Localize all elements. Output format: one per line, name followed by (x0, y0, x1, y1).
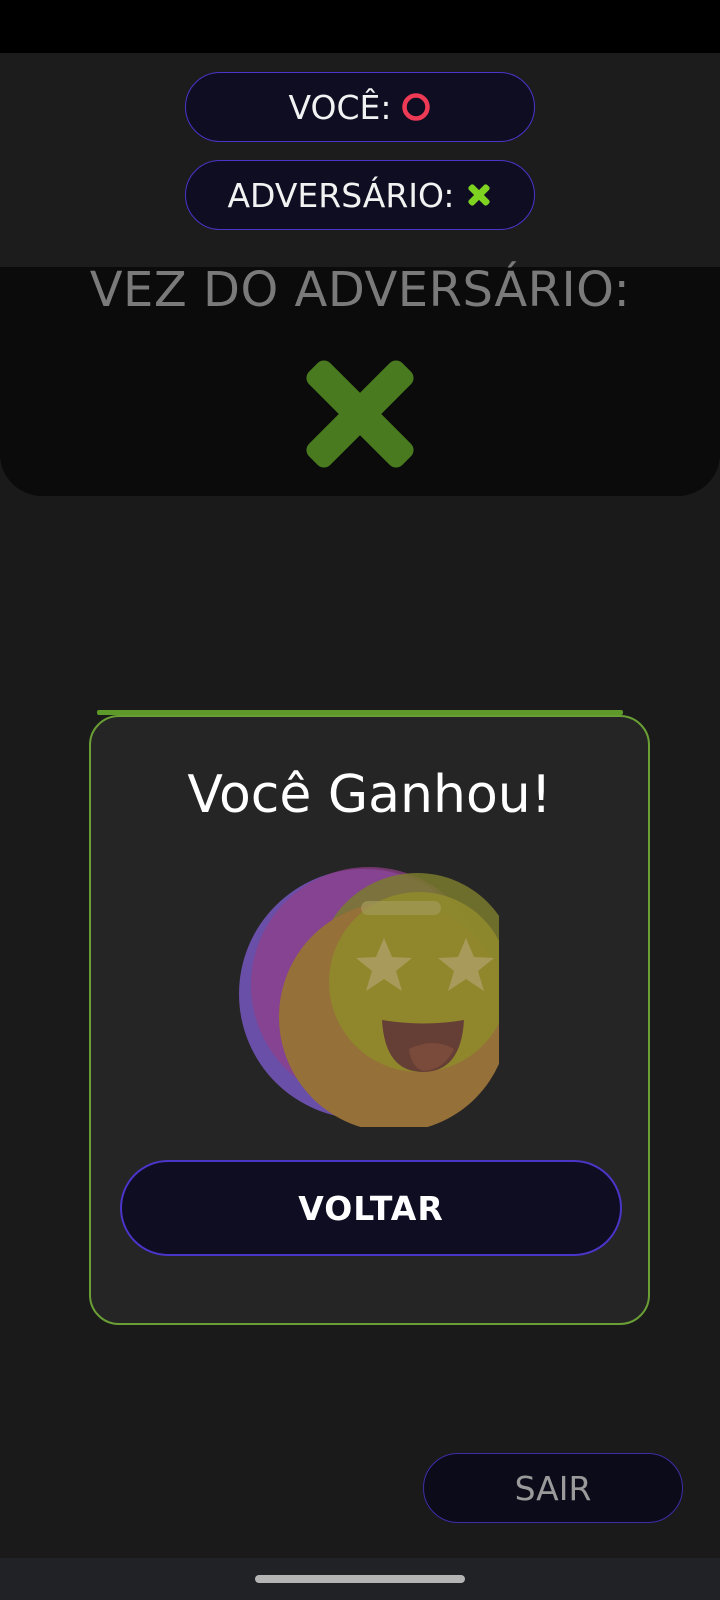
player-you-label: VOCÊ: (288, 87, 392, 127)
x-mark-icon (467, 184, 490, 206)
player-you-pill: VOCÊ: (185, 72, 535, 142)
game-screen: VOCÊ: ADVERSÁRIO: VEZ DO ADVERSÁRIO: Voc… (0, 0, 720, 1600)
exit-button[interactable]: SAIR (423, 1453, 683, 1523)
players-header: VOCÊ: ADVERSÁRIO: (0, 53, 720, 267)
circle-o-icon (402, 93, 431, 121)
turn-panel: VEZ DO ADVERSÁRIO: (0, 262, 720, 496)
star-eyes-emoji-icon (239, 867, 517, 1132)
back-button[interactable]: VOLTAR (120, 1160, 622, 1256)
win-dialog: Você Ganhou! VOLTAR (89, 715, 650, 1325)
player-opponent-label: ADVERSÁRIO: (227, 175, 455, 215)
player-opponent-pill: ADVERSÁRIO: (185, 160, 535, 230)
x-mark-icon (306, 360, 414, 468)
home-indicator[interactable] (255, 1575, 465, 1583)
navigation-bar (0, 1558, 720, 1600)
dialog-title: Você Ganhou! (187, 765, 552, 825)
turn-label: VEZ DO ADVERSÁRIO: (89, 262, 631, 318)
status-bar (0, 0, 720, 53)
